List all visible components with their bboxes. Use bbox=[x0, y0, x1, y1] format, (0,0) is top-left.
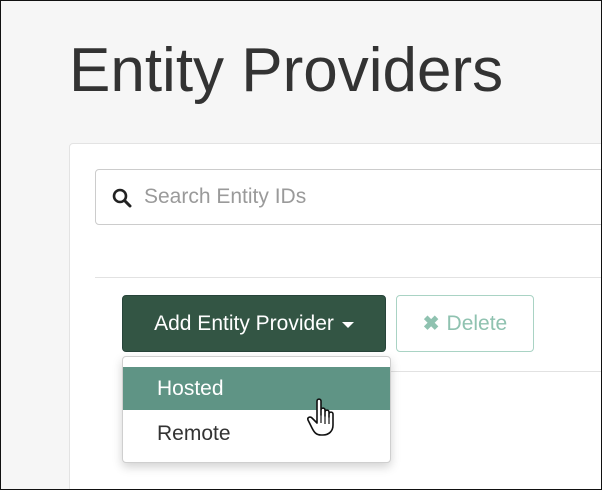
search-box[interactable] bbox=[95, 169, 601, 225]
divider bbox=[95, 277, 601, 278]
app-window: Entity Providers Add Entity Provider ✖ D… bbox=[0, 0, 602, 490]
hand-pointer-icon bbox=[307, 398, 334, 436]
menu-item-hosted[interactable]: Hosted bbox=[123, 367, 390, 410]
search-input[interactable] bbox=[144, 178, 601, 216]
add-entity-provider-button[interactable]: Add Entity Provider bbox=[122, 295, 386, 352]
add-entity-provider-menu: Hosted Remote bbox=[122, 356, 391, 463]
caret-down-icon bbox=[341, 322, 354, 328]
add-entity-provider-label: Add Entity Provider bbox=[154, 311, 334, 335]
divider bbox=[387, 371, 601, 372]
page-title: Entity Providers bbox=[69, 36, 504, 105]
search-icon bbox=[112, 188, 132, 208]
delete-label: Delete bbox=[446, 311, 508, 335]
menu-item-remote[interactable]: Remote bbox=[123, 412, 390, 455]
delete-button[interactable]: ✖ Delete bbox=[396, 295, 534, 352]
close-icon: ✖ bbox=[422, 312, 440, 335]
